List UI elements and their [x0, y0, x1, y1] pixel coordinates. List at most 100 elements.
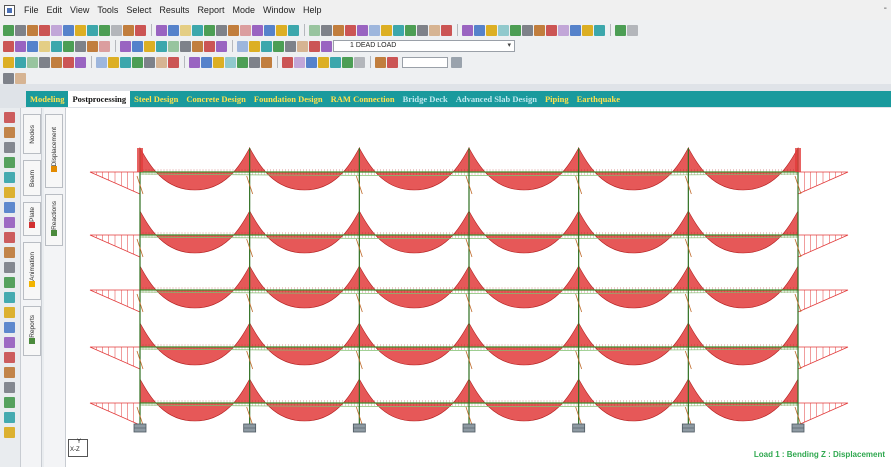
spin-icon[interactable] — [451, 56, 462, 68]
toolbar-tool-icon[interactable] — [3, 72, 14, 84]
tab-reactions[interactable]: Reactions — [45, 194, 63, 246]
side-tool-icon[interactable] — [4, 232, 15, 243]
toolbar-tool-icon[interactable] — [309, 40, 320, 52]
menu-file[interactable]: File — [20, 5, 43, 15]
app-icon[interactable] — [4, 4, 15, 16]
toolbar-tool-icon[interactable] — [462, 24, 473, 36]
toolbar-tool-icon[interactable] — [156, 40, 167, 52]
minimize-button[interactable]: - — [884, 3, 887, 14]
toolbar-tool-icon[interactable] — [582, 24, 593, 36]
scale-input[interactable] — [402, 56, 448, 68]
toolbar-tool-icon[interactable] — [180, 24, 191, 36]
side-tool-icon[interactable] — [4, 247, 15, 258]
toolbar-tool-icon[interactable] — [15, 72, 26, 84]
toolbar-tool-icon[interactable] — [15, 24, 26, 36]
side-tool-icon[interactable] — [4, 427, 15, 438]
tab-concrete-design[interactable]: Concrete Design — [182, 91, 250, 107]
toolbar-tool-icon[interactable] — [15, 40, 26, 52]
toolbar-tool-icon[interactable] — [204, 24, 215, 36]
toolbar-tool-icon[interactable] — [120, 56, 131, 68]
toolbar-tool-icon[interactable] — [522, 24, 533, 36]
toolbar-tool-icon[interactable] — [144, 40, 155, 52]
tab-postprocessing[interactable]: Postprocessing — [68, 91, 131, 107]
toolbar-tool-icon[interactable] — [39, 40, 50, 52]
toolbar-tool-icon[interactable] — [321, 40, 332, 52]
toolbar-tool-icon[interactable] — [51, 40, 62, 52]
toolbar-tool-icon[interactable] — [120, 40, 131, 52]
toolbar-tool-icon[interactable] — [132, 56, 143, 68]
toolbar-tool-icon[interactable] — [249, 40, 260, 52]
side-tool-icon[interactable] — [4, 337, 15, 348]
toolbar-tool-icon[interactable] — [405, 24, 416, 36]
toolbar-tool-icon[interactable] — [333, 24, 344, 36]
tab-modeling[interactable]: Modeling — [26, 91, 68, 107]
side-tool-icon[interactable] — [4, 142, 15, 153]
toolbar-tool-icon[interactable] — [417, 24, 428, 36]
side-tool-icon[interactable] — [4, 127, 15, 138]
toolbar-tool-icon[interactable] — [99, 40, 110, 52]
toolbar-tool-icon[interactable] — [261, 40, 272, 52]
side-tool-icon[interactable] — [4, 367, 15, 378]
toolbar-tool-icon[interactable] — [75, 24, 86, 36]
toolbar-tool-icon[interactable] — [285, 40, 296, 52]
load-case-dropdown[interactable]: 1 DEAD LOAD ▾ — [333, 40, 515, 52]
toolbar-tool-icon[interactable] — [357, 24, 368, 36]
toolbar-tool-icon[interactable] — [201, 56, 212, 68]
side-tool-icon[interactable] — [4, 262, 15, 273]
toolbar-tool-icon[interactable] — [132, 40, 143, 52]
toolbar-tool-icon[interactable] — [27, 56, 38, 68]
toolbar-tool-icon[interactable] — [393, 24, 404, 36]
toolbar-tool-icon[interactable] — [318, 56, 329, 68]
toolbar-tool-icon[interactable] — [75, 40, 86, 52]
toolbar-tool-icon[interactable] — [87, 40, 98, 52]
tab-bridge-deck[interactable]: Bridge Deck — [399, 91, 452, 107]
toolbar-tool-icon[interactable] — [330, 56, 341, 68]
toolbar-tool-icon[interactable] — [306, 56, 317, 68]
toolbar-tool-icon[interactable] — [288, 24, 299, 36]
toolbar-tool-icon[interactable] — [228, 24, 239, 36]
tab-ram-connection[interactable]: RAM Connection — [327, 91, 399, 107]
menu-help[interactable]: Help — [299, 5, 326, 15]
toolbar-tool-icon[interactable] — [204, 40, 215, 52]
toolbar-tool-icon[interactable] — [216, 40, 227, 52]
structure-viewport[interactable]: Y X-Z Load 1 : Bending Z : Displacement — [66, 108, 891, 467]
toolbar-tool-icon[interactable] — [261, 56, 272, 68]
toolbar-tool-icon[interactable] — [123, 24, 134, 36]
side-tool-icon[interactable] — [4, 382, 15, 393]
toolbar-tool-icon[interactable] — [627, 24, 638, 36]
side-tool-icon[interactable] — [4, 157, 15, 168]
tab-steel-design[interactable]: Steel Design — [130, 91, 182, 107]
toolbar-tool-icon[interactable] — [51, 24, 62, 36]
toolbar-tool-icon[interactable] — [273, 40, 284, 52]
toolbar-tool-icon[interactable] — [135, 24, 146, 36]
side-tool-icon[interactable] — [4, 172, 15, 183]
toolbar-tool-icon[interactable] — [168, 24, 179, 36]
side-tool-icon[interactable] — [4, 397, 15, 408]
toolbar-tool-icon[interactable] — [192, 24, 203, 36]
side-tool-icon[interactable] — [4, 112, 15, 123]
tab-beam[interactable]: Beam — [23, 160, 41, 196]
toolbar-tool-icon[interactable] — [237, 40, 248, 52]
tab-nodes[interactable]: Nodes — [23, 114, 41, 154]
toolbar-tool-icon[interactable] — [309, 24, 320, 36]
toolbar-tool-icon[interactable] — [15, 56, 26, 68]
side-tool-icon[interactable] — [4, 217, 15, 228]
toolbar-tool-icon[interactable] — [387, 56, 398, 68]
toolbar-tool-icon[interactable] — [474, 24, 485, 36]
toolbar-tool-icon[interactable] — [297, 40, 308, 52]
toolbar-tool-icon[interactable] — [354, 56, 365, 68]
toolbar-tool-icon[interactable] — [276, 24, 287, 36]
toolbar-tool-icon[interactable] — [558, 24, 569, 36]
toolbar-tool-icon[interactable] — [156, 24, 167, 36]
side-tool-icon[interactable] — [4, 322, 15, 333]
toolbar-tool-icon[interactable] — [3, 24, 14, 36]
toolbar-tool-icon[interactable] — [168, 56, 179, 68]
tab-animation[interactable]: Animation — [23, 242, 41, 300]
toolbar-tool-icon[interactable] — [237, 56, 248, 68]
toolbar-tool-icon[interactable] — [264, 24, 275, 36]
toolbar-tool-icon[interactable] — [99, 24, 110, 36]
toolbar-tool-icon[interactable] — [39, 56, 50, 68]
toolbar-tool-icon[interactable] — [486, 24, 497, 36]
toolbar-tool-icon[interactable] — [345, 24, 356, 36]
toolbar-tool-icon[interactable] — [189, 56, 200, 68]
